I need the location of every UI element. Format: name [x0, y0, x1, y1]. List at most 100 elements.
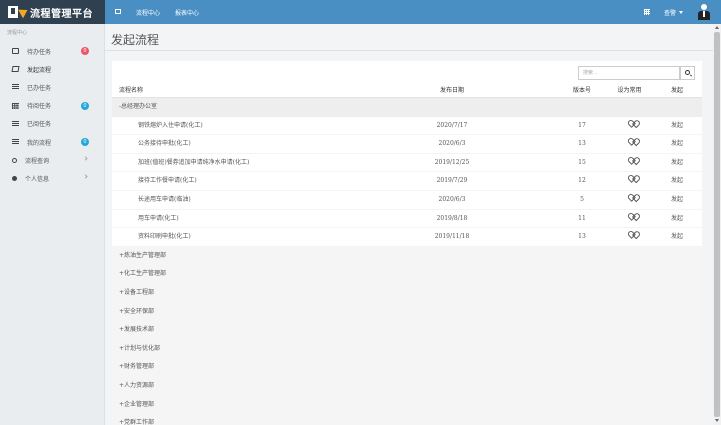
nav-report-center[interactable]: 报表中心: [175, 8, 199, 17]
title-divider: [105, 50, 713, 51]
logo-arrow-icon: [18, 5, 30, 19]
start-link[interactable]: 发起: [662, 172, 692, 191]
version: 5: [580, 196, 584, 203]
header-action: 发起: [670, 87, 683, 94]
table-row: 公务接待申批(化工) 2020/6/3 13 发起: [112, 135, 702, 154]
heart-icon: [630, 191, 636, 196]
avatar[interactable]: [697, 4, 711, 20]
group-row[interactable]: +财务管理部: [112, 358, 702, 377]
to-read-count-badge: 0: [81, 101, 89, 110]
search-button[interactable]: [680, 66, 695, 80]
sidebar-item-to-read[interactable]: 待阅任务 0: [0, 97, 104, 115]
scroll-thumb[interactable]: [714, 32, 720, 417]
user-name: 查警: [663, 9, 676, 17]
sidebar-toggle-icon[interactable]: [115, 9, 121, 14]
group-row[interactable]: +设备工程部: [112, 284, 702, 303]
sidebar-item-start-process[interactable]: 发起流程: [0, 60, 104, 78]
version: 13: [578, 233, 586, 241]
process-name: 加班(值班)餐券追加申请纯净水申请(化工): [138, 158, 250, 166]
list-icon: [12, 84, 19, 91]
todo-count-badge: 0: [81, 47, 89, 55]
sidebar-item-label: 发起流程: [27, 66, 52, 74]
table-row: 接待工作餐申请(化工) 2019/7/29 12 发起: [112, 172, 702, 191]
process-name: 公务接待申批(化工): [138, 140, 191, 148]
process-name: 资料印刷申批(化工): [138, 233, 191, 241]
heart-icon: [630, 117, 636, 122]
user-menu[interactable]: 查警: [664, 8, 683, 17]
group-row-expanded[interactable]: -总经理办公室: [112, 98, 702, 117]
group-row[interactable]: +党群工作部: [112, 414, 702, 425]
scrollbar[interactable]: [713, 24, 721, 425]
avatar-head: [701, 4, 707, 10]
table-row: 长途用车申请(临油) 2020/6/3 5 发起: [112, 191, 702, 210]
avatar-tie: [703, 11, 705, 17]
table-header: 流程名称 发布日期 版本号 设为常用 发起: [112, 83, 702, 98]
start-link[interactable]: 发起: [662, 210, 692, 229]
start-link[interactable]: 发起: [662, 191, 692, 210]
top-nav: 流程中心 报表中心: [136, 0, 199, 24]
sidebar-item-label: 我的流程: [27, 139, 52, 147]
brand[interactable]: 流程管理平台: [0, 0, 105, 24]
sidebar-item-my-process[interactable]: 我的流程 0: [0, 133, 104, 151]
header-favorite: 设为常用: [617, 87, 642, 94]
search-input[interactable]: 搜索...: [578, 66, 680, 80]
version: 13: [578, 140, 586, 148]
table-row: 资料印刷申批(化工) 2019/11/18 13 发起: [112, 228, 702, 247]
app-title: 流程管理平台: [30, 8, 93, 20]
start-link[interactable]: 发起: [662, 154, 692, 173]
group-row[interactable]: +安全环保部: [112, 302, 702, 322]
heart-icon: [630, 228, 636, 233]
table-row: 用车申请(化工) 2019/8/18 11 发起: [112, 210, 702, 229]
start-link[interactable]: 发起: [662, 228, 692, 247]
scroll-up-arrow-icon[interactable]: [715, 26, 719, 29]
sidebar-item-label: 流程查询: [25, 157, 50, 165]
apps-grid-icon[interactable]: [643, 9, 650, 15]
sidebar-item-label: 已阅任务: [27, 121, 52, 129]
scroll-down-arrow-icon[interactable]: [715, 419, 719, 422]
group-row[interactable]: +化工生产管理部: [112, 265, 702, 284]
group-row[interactable]: +企业管理部: [112, 395, 702, 415]
table-row: 加班(值班)餐券追加申请纯净水申请(化工) 2019/12/25 15 发起: [112, 154, 702, 173]
group-row[interactable]: +计划与优化部: [112, 339, 702, 359]
list-icon: [12, 120, 19, 127]
process-name: 长途用车申请(临油): [138, 196, 191, 203]
group-row[interactable]: +人力资源部: [112, 377, 702, 396]
search-icon: [12, 157, 17, 163]
heart-icon: [630, 172, 636, 177]
grid-icon: [12, 102, 19, 109]
sidebar-item-label: 个人信息: [25, 175, 50, 183]
process-name: 用车申请(化工): [138, 214, 179, 222]
sidebar-item-done[interactable]: 已办任务: [0, 78, 104, 96]
sidebar-item-process-query[interactable]: 流程查询: [0, 151, 104, 169]
table-row: 钢铁熔炉入住申请(化工) 2020/7/17 17 发起: [112, 117, 702, 136]
nav-process-center[interactable]: 流程中心: [136, 8, 160, 17]
start-link[interactable]: 发起: [662, 135, 692, 154]
process-name: 接待工作餐申请(化工): [138, 177, 197, 185]
publish-date: 2019/8/18: [436, 214, 468, 222]
sidebar-item-label: 已办任务: [27, 84, 52, 92]
publish-date: 2019/7/29: [436, 177, 468, 185]
chevron-right-icon: [83, 174, 88, 179]
sidebar-item-read[interactable]: 已阅任务: [0, 115, 104, 133]
top-right: 查警: [643, 0, 721, 24]
chevron-right-icon: [83, 156, 88, 161]
sidebar-item-todo[interactable]: 待办任务 0: [0, 42, 104, 60]
main-content: 发起流程 搜索... 流程名称 发布日期 版本号 设为常用 发起 -总经理办公室…: [105, 24, 713, 425]
group-row[interactable]: +炼油生产管理部: [112, 246, 702, 266]
my-process-count-badge: 0: [81, 137, 89, 146]
header-version: 版本号: [572, 87, 591, 94]
inbox-icon: [12, 48, 19, 55]
page-title: 发起流程: [111, 33, 160, 47]
sidebar-item-profile[interactable]: 个人信息: [0, 169, 104, 187]
start-link[interactable]: 发起: [662, 117, 692, 136]
group-row[interactable]: +发展技术部: [112, 321, 702, 340]
process-name: 钢铁熔炉入住申请(化工): [138, 121, 203, 129]
process-panel: 搜索... 流程名称 发布日期 版本号 设为常用 发起 -总经理办公室 钢铁熔炉…: [112, 61, 702, 425]
version: 12: [578, 177, 586, 185]
header-date: 发布日期: [439, 87, 464, 94]
sidebar-item-label: 待办任务: [27, 48, 52, 56]
chevron-down-icon: [679, 10, 683, 14]
version: 11: [578, 214, 586, 222]
top-bar: 流程管理平台 流程中心 报表中心 查警: [0, 0, 721, 24]
publish-date: 2020/7/17: [436, 121, 468, 129]
